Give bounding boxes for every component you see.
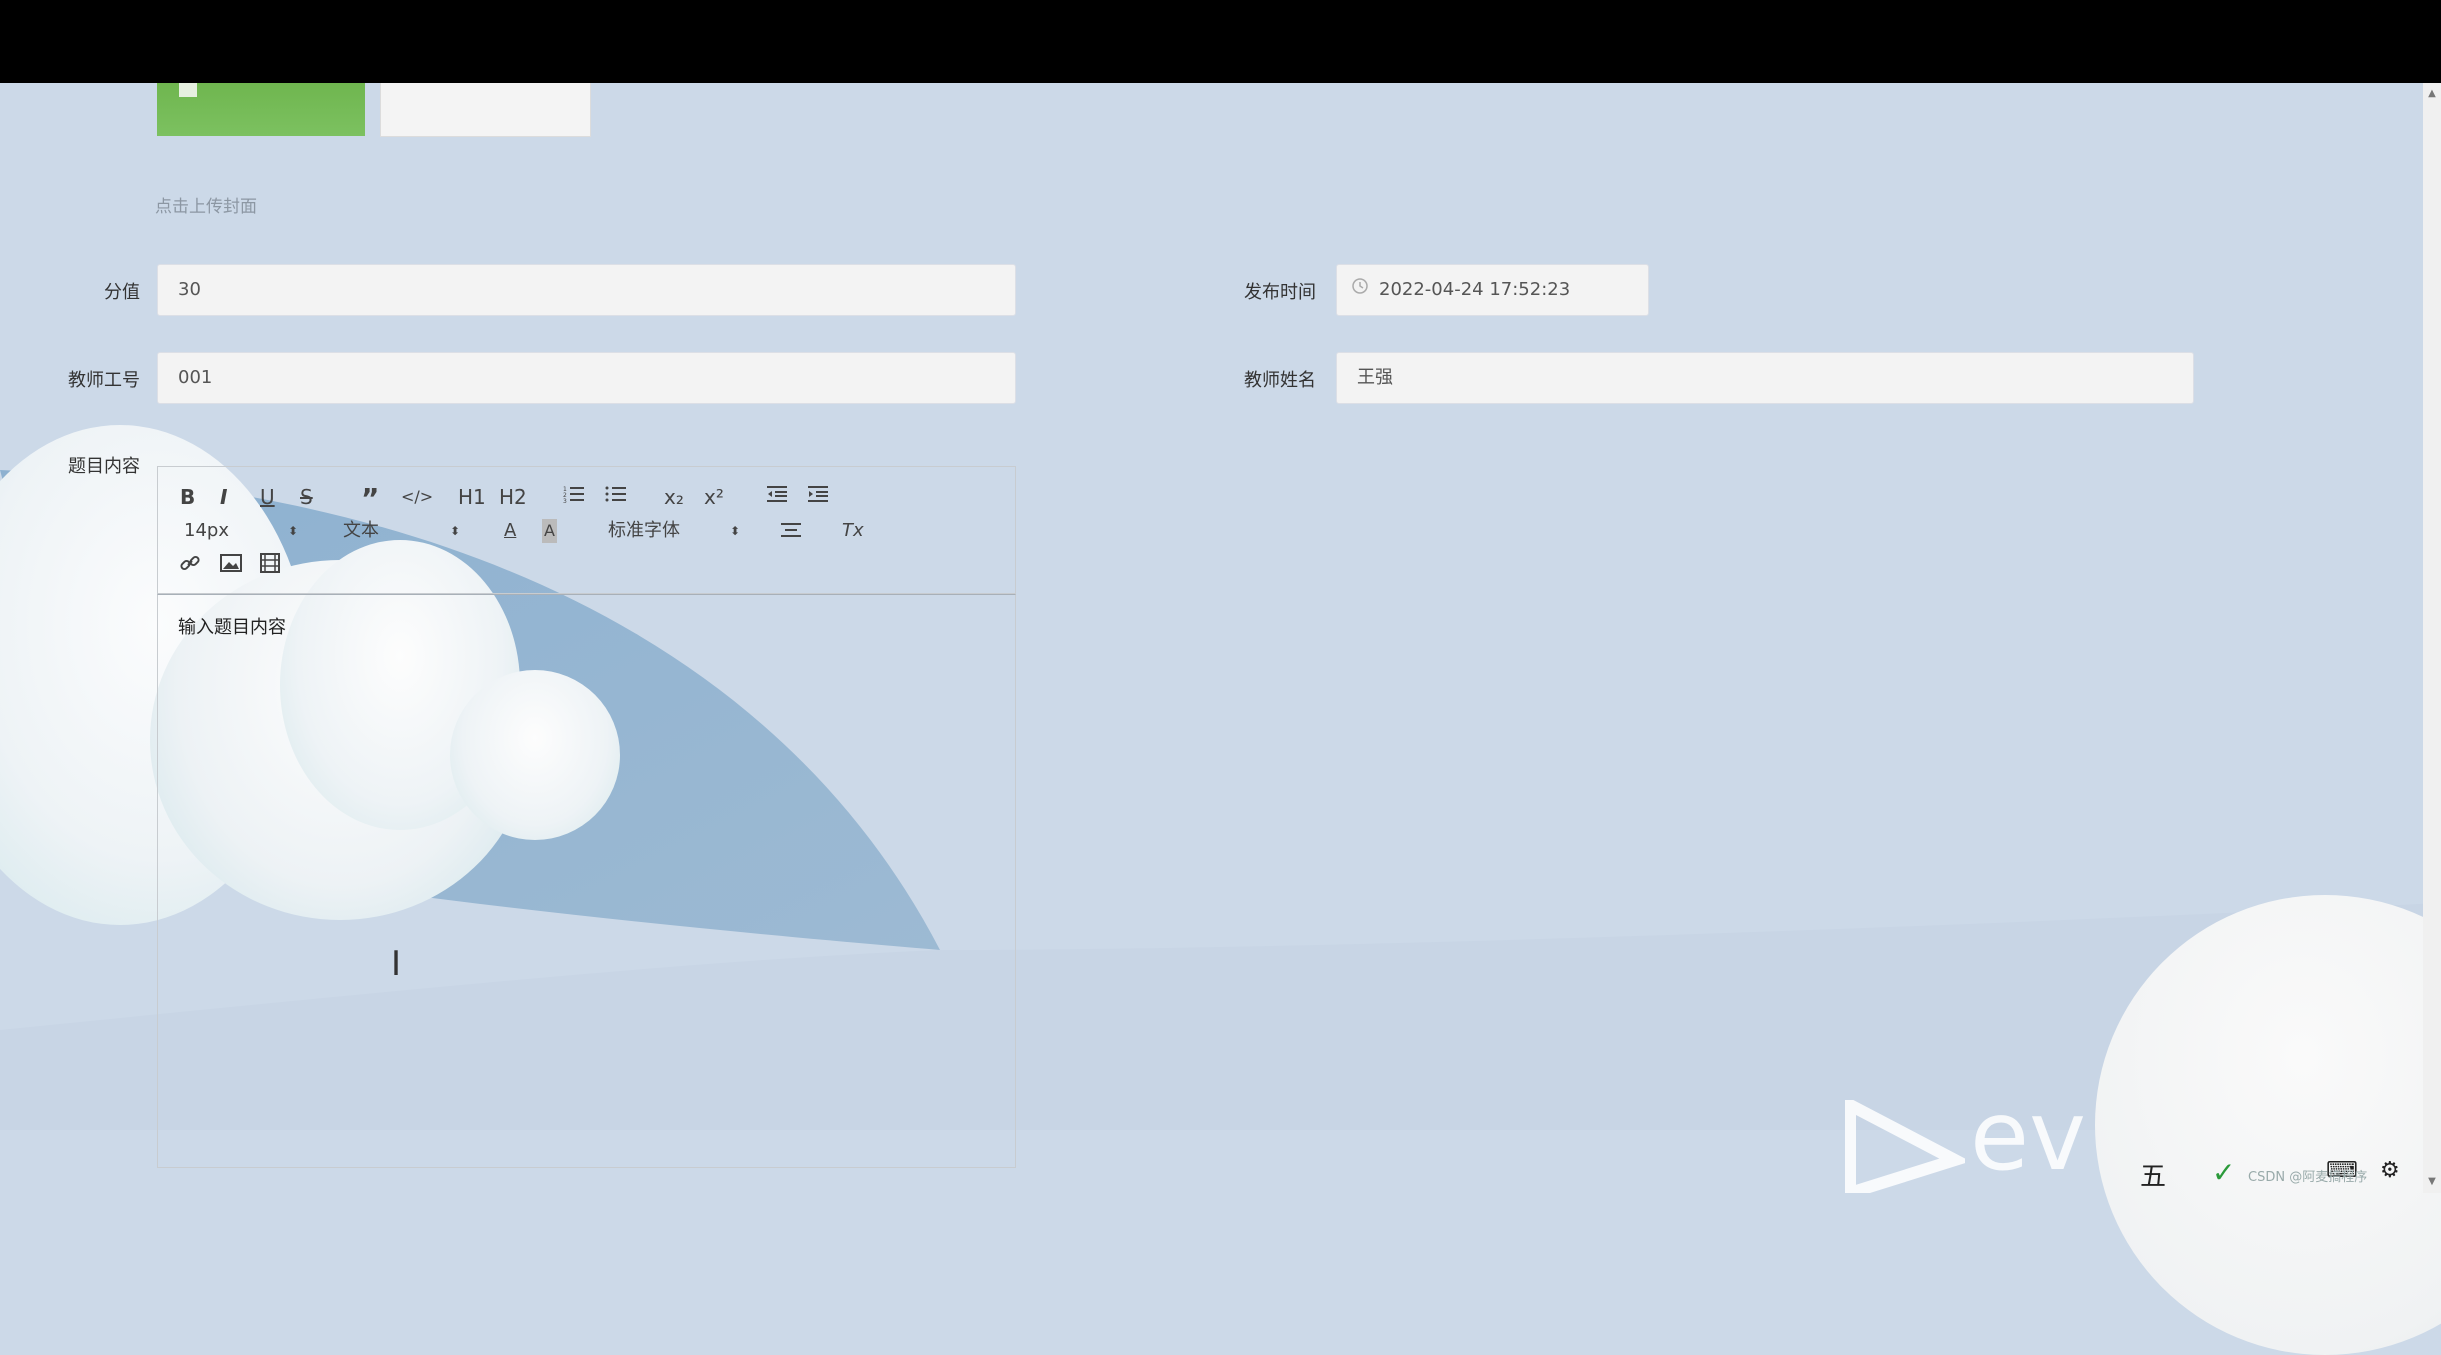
header-2-button[interactable]: H2	[499, 485, 527, 509]
csdn-watermark: CSDN @阿麦搞程序	[2248, 1170, 2368, 1185]
upload-cover-hint: 点击上传封面	[155, 197, 257, 217]
teacher-name-input[interactable]: 王强	[1336, 352, 2194, 404]
svg-text:3: 3	[563, 498, 567, 504]
score-input[interactable]: 30	[157, 264, 1016, 316]
publish-time-picker[interactable]: 2022-04-24 17:52:23	[1336, 264, 1649, 316]
teacher-id-value: 001	[178, 367, 213, 388]
rich-text-toolbar: B I U S ” </> H1 H2 123 x₂ x² 14px ⬍ 文本 …	[157, 466, 1016, 594]
clock-icon	[1351, 265, 1369, 315]
image-icon	[179, 83, 197, 97]
outdent-button[interactable]	[766, 484, 788, 509]
indent-button[interactable]	[807, 484, 829, 509]
teacher-id-label: 教师工号	[68, 370, 140, 391]
scroll-up-icon[interactable]: ▲	[2426, 87, 2438, 101]
page-scrollbar[interactable]: ▲ ▼	[2423, 83, 2441, 1193]
cover-upload-box[interactable]	[380, 83, 591, 137]
chevron-updown-icon: ⬍	[450, 524, 461, 538]
align-button[interactable]	[780, 520, 802, 545]
font-color-button[interactable]: A	[504, 519, 516, 543]
bold-button[interactable]: B	[180, 485, 195, 509]
subscript-button[interactable]: x₂	[664, 485, 684, 509]
chevron-updown-icon: ⬍	[288, 524, 299, 538]
ime-mode[interactable]: 五	[2140, 1156, 2166, 1193]
text-cursor-icon: I	[391, 944, 402, 984]
teacher-id-input[interactable]: 001	[157, 352, 1016, 404]
code-block-button[interactable]: </>	[401, 485, 433, 509]
ordered-list-button[interactable]: 123	[563, 484, 585, 509]
teacher-name-label: 教师姓名	[1244, 370, 1316, 391]
bullet-list-button[interactable]	[605, 484, 627, 509]
content-placeholder: 输入题目内容	[178, 617, 286, 638]
content-label: 题目内容	[68, 456, 140, 477]
link-icon[interactable]	[180, 553, 200, 578]
publish-time-label: 发布时间	[1244, 282, 1316, 303]
ime-logo-icon: ✓	[2212, 1156, 2236, 1189]
content-editor[interactable]: 输入题目内容	[157, 594, 1016, 1168]
image-icon[interactable]	[220, 553, 242, 578]
watermark-text: ev	[1970, 1080, 2086, 1192]
cover-image-thumbnail[interactable]	[157, 83, 365, 136]
publish-time-value: 2022-04-24 17:52:23	[1379, 279, 1571, 300]
underline-button[interactable]: U	[260, 485, 275, 509]
video-icon[interactable]	[260, 553, 280, 578]
clear-format-button[interactable]: Tx	[842, 519, 864, 543]
blockquote-button[interactable]: ”	[361, 485, 379, 513]
italic-button[interactable]: I	[220, 485, 227, 509]
settings-icon[interactable]: ⚙	[2380, 1158, 2400, 1183]
play-watermark-icon	[1845, 1100, 1965, 1193]
teacher-name-value: 王强	[1357, 367, 1393, 388]
header-1-button[interactable]: H1	[458, 485, 486, 509]
font-size-select[interactable]: 14px	[184, 519, 229, 543]
top-black-bar	[0, 0, 2441, 83]
font-family-select[interactable]: 标准字体	[608, 519, 680, 543]
score-value: 30	[178, 279, 201, 300]
header-select[interactable]: 文本	[343, 519, 379, 543]
strike-button[interactable]: S	[300, 485, 313, 509]
chevron-updown-icon: ⬍	[730, 524, 741, 538]
score-label: 分值	[104, 282, 140, 303]
cloud-decoration	[2095, 895, 2441, 1355]
superscript-button[interactable]: x²	[704, 485, 724, 509]
background-color-button[interactable]: A	[542, 519, 557, 543]
